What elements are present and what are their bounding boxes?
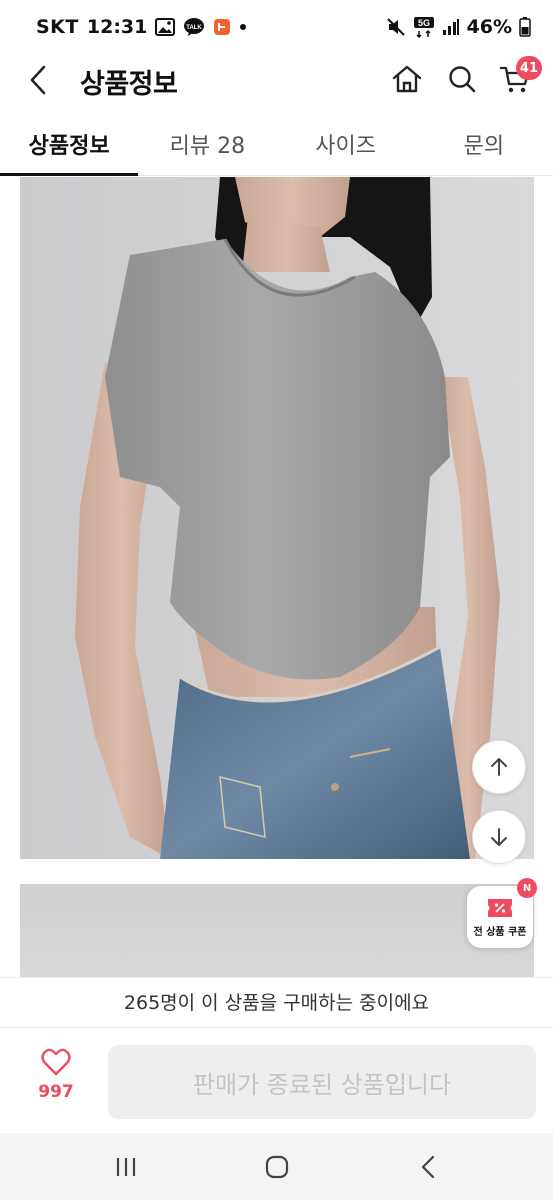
app-header: 상품정보 41	[0, 54, 553, 106]
home-nav-button[interactable]	[247, 1142, 307, 1192]
wish-count: 997	[38, 1082, 74, 1102]
status-right: 5G 46%	[386, 16, 531, 38]
scroll-down-button[interactable]	[472, 810, 526, 864]
home-icon	[392, 65, 422, 93]
gallery-icon	[155, 18, 176, 36]
all-products-coupon-button[interactable]: 전 상품 쿠폰 N	[467, 878, 537, 948]
svg-text:TALK: TALK	[187, 25, 203, 31]
tab-bar: 상품정보 리뷰 28 사이즈 문의	[0, 118, 553, 176]
tab-reviews[interactable]: 리뷰 28	[138, 118, 276, 175]
status-left: SKT 12:31 TALK	[36, 16, 247, 38]
recent-apps-icon	[116, 1157, 135, 1176]
tab-product-info[interactable]: 상품정보	[0, 118, 139, 176]
product-detail-content	[0, 177, 553, 977]
product-photo	[20, 177, 534, 859]
talk-icon: TALK	[183, 17, 205, 37]
carrier-label: SKT	[36, 16, 79, 38]
tab-inquiry[interactable]: 문의	[415, 118, 553, 175]
heart-icon	[41, 1048, 71, 1076]
coupon-icon	[488, 898, 512, 917]
recent-apps-button[interactable]	[96, 1142, 156, 1192]
system-nav-bar	[0, 1133, 553, 1200]
coupon-label: 전 상품 쿠폰	[473, 926, 527, 938]
network-5g-icon: 5G	[413, 16, 435, 38]
more-notifications-dot-icon	[239, 23, 247, 31]
status-bar: SKT 12:31 TALK 5G 46%	[0, 0, 553, 54]
app-notification-icon	[213, 18, 231, 36]
scroll-up-button[interactable]	[472, 740, 526, 794]
search-button[interactable]	[445, 62, 479, 96]
sold-out-button[interactable]: 판매가 종료된 상품입니다	[108, 1045, 536, 1119]
back-nav-icon	[421, 1155, 434, 1178]
mute-icon	[386, 17, 406, 37]
search-icon	[449, 66, 476, 93]
status-time: 12:31	[86, 16, 148, 38]
battery-icon	[519, 17, 531, 37]
tab-size[interactable]: 사이즈	[277, 118, 415, 175]
back-button[interactable]	[24, 64, 52, 96]
wishlist-button[interactable]: 997	[20, 1048, 92, 1118]
cart-count-badge: 41	[515, 56, 542, 80]
arrow-up-icon	[491, 758, 507, 776]
product-photo-2	[20, 884, 534, 977]
page-title: 상품정보	[80, 69, 178, 100]
home-button[interactable]	[390, 62, 424, 96]
back-nav-button[interactable]	[398, 1142, 458, 1192]
new-badge: N	[517, 878, 537, 898]
battery-percent: 46%	[466, 16, 512, 38]
purchase-notice: 265명이 이 상품을 구매하는 중이에요	[0, 977, 553, 1027]
cart-button[interactable]: 41	[498, 56, 542, 96]
signal-icon	[442, 18, 460, 36]
svg-text:5G: 5G	[418, 18, 430, 28]
back-icon	[30, 65, 46, 95]
bottom-action-bar: 997 판매가 종료된 상품입니다	[0, 1027, 553, 1133]
home-nav-icon	[265, 1155, 288, 1178]
arrow-down-icon	[491, 828, 507, 846]
